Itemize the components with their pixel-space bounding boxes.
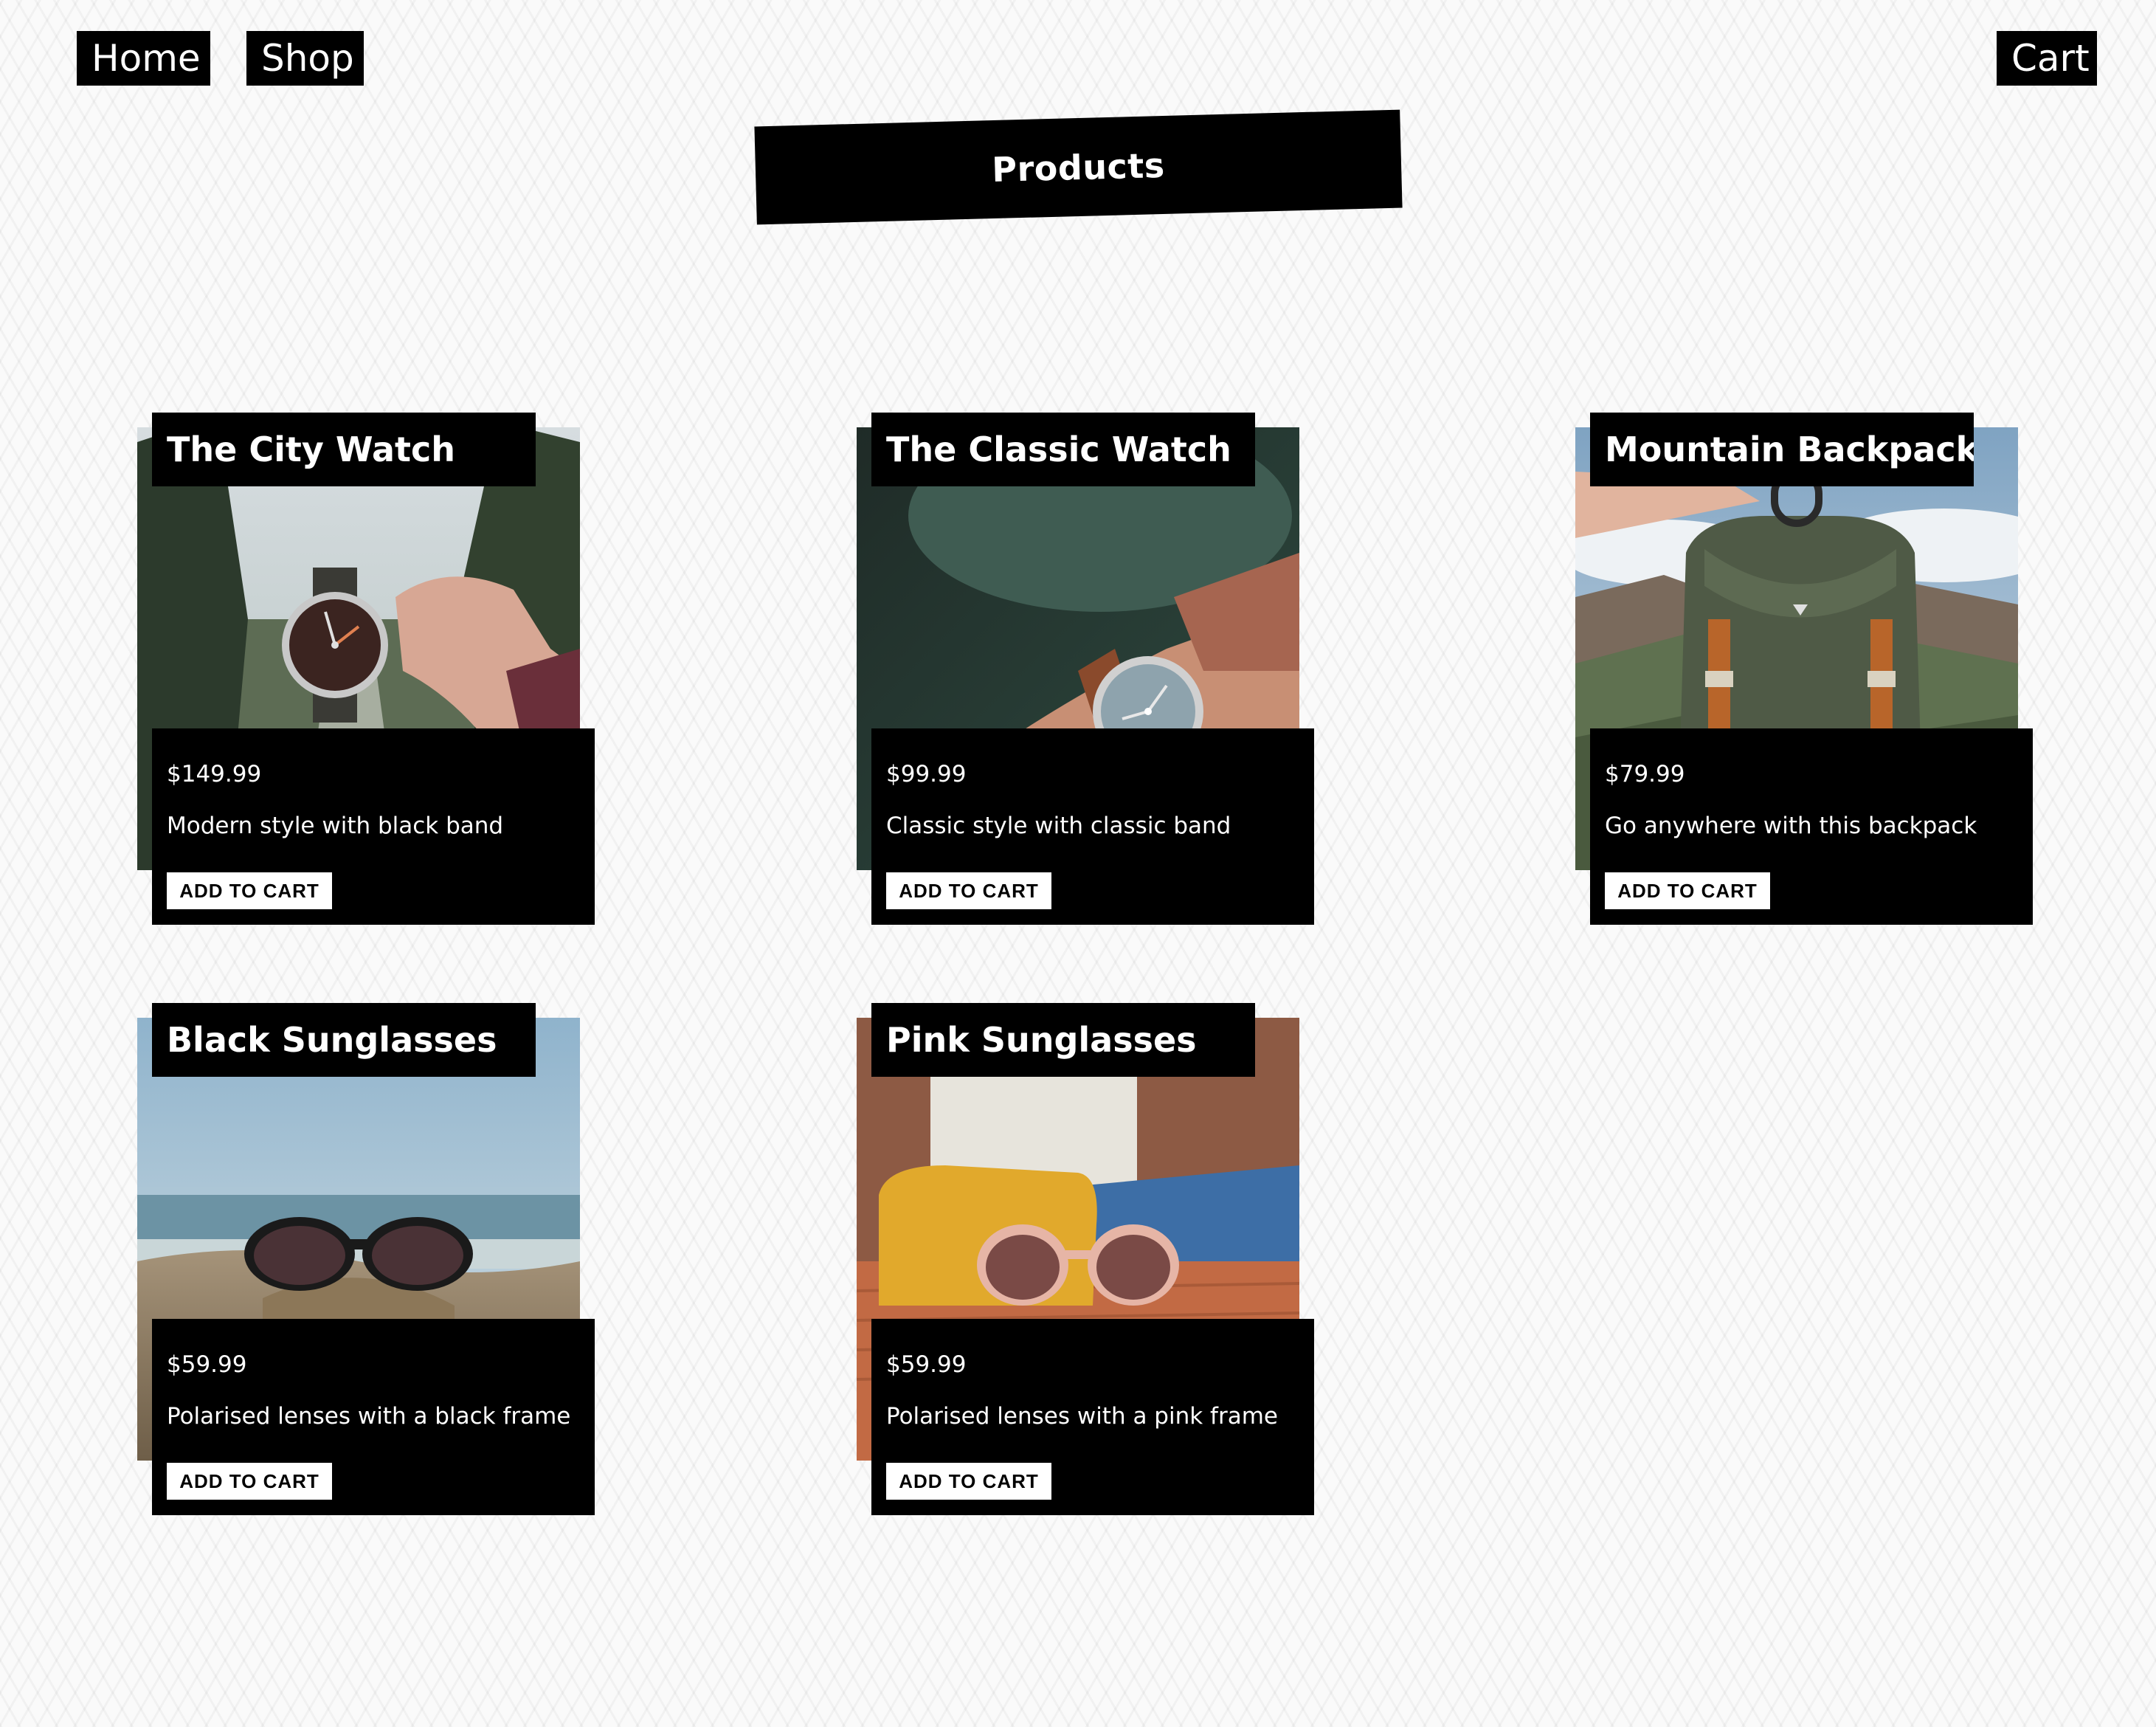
product-info-panel: $149.99 Modern style with black band ADD…: [152, 728, 595, 925]
product-info-panel: $59.99 Polarised lenses with a black fra…: [152, 1319, 595, 1515]
product-card: The Classic Watch $99.99 Classic style w…: [857, 413, 1314, 925]
product-card: Black Sunglasses $59.99 Polarised lenses…: [137, 1003, 595, 1515]
add-to-cart-button[interactable]: ADD TO CART: [167, 1463, 332, 1500]
product-card: Pink Sunglasses $59.99 Polarised lenses …: [857, 1003, 1314, 1515]
nav-cart-link[interactable]: Cart: [1997, 31, 2097, 86]
add-to-cart-button[interactable]: ADD TO CART: [886, 872, 1051, 909]
product-description: Go anywhere with this backpack: [1605, 813, 1977, 839]
product-description: Classic style with classic band: [886, 813, 1231, 839]
add-to-cart-button[interactable]: ADD TO CART: [886, 1463, 1051, 1500]
product-info-panel: $99.99 Classic style with classic band A…: [871, 728, 1314, 925]
product-title[interactable]: The Classic Watch: [871, 413, 1255, 486]
product-description: Polarised lenses with a pink frame: [886, 1403, 1278, 1430]
product-price: $99.99: [886, 761, 967, 787]
product-price: $59.99: [167, 1351, 247, 1378]
product-card: The City Watch $149.99 Modern style with…: [137, 413, 595, 925]
page-title: Products: [754, 109, 1403, 225]
add-to-cart-button[interactable]: ADD TO CART: [167, 872, 332, 909]
product-description: Modern style with black band: [167, 813, 504, 839]
product-title[interactable]: Pink Sunglasses: [871, 1003, 1255, 1077]
product-title[interactable]: Black Sunglasses: [152, 1003, 536, 1077]
add-to-cart-button[interactable]: ADD TO CART: [1605, 872, 1770, 909]
product-description: Polarised lenses with a black frame: [167, 1403, 571, 1430]
product-price: $79.99: [1605, 761, 1685, 787]
product-card: Mountain Backpack $79.99 Go anywhere wit…: [1575, 413, 2033, 925]
product-price: $149.99: [167, 761, 262, 787]
product-info-panel: $59.99 Polarised lenses with a pink fram…: [871, 1319, 1314, 1515]
product-title[interactable]: Mountain Backpack: [1590, 413, 1974, 486]
product-title[interactable]: The City Watch: [152, 413, 536, 486]
product-price: $59.99: [886, 1351, 967, 1378]
nav-home-link[interactable]: Home: [77, 31, 210, 86]
nav-shop-link[interactable]: Shop: [246, 31, 364, 86]
product-info-panel: $79.99 Go anywhere with this backpack AD…: [1590, 728, 2033, 925]
